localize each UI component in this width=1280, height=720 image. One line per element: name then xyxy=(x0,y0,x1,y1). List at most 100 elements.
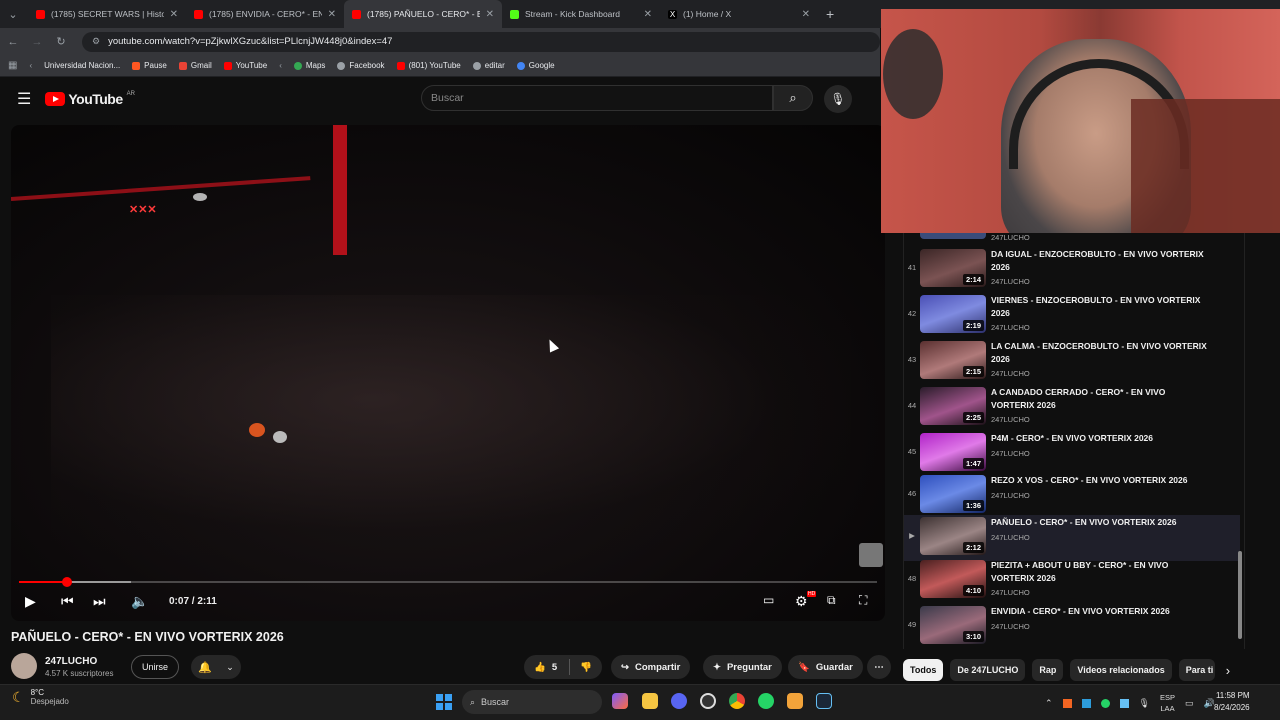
apps-grid-icon[interactable]: ▦ xyxy=(8,60,17,71)
bookmark-item[interactable]: Maps xyxy=(293,61,325,70)
progress-bar[interactable] xyxy=(19,577,877,587)
playlist-item-partial[interactable]: 247LUCHO xyxy=(904,233,1240,242)
playlist-item[interactable]: 44 2:25 A CANDADO CERRADO - CERO* - EN VIV… xyxy=(904,385,1240,431)
steam-icon[interactable] xyxy=(816,693,832,709)
playlist-scrollbar[interactable] xyxy=(1238,551,1242,639)
back-arrow-icon[interactable]: ← xyxy=(6,36,20,48)
system-tray: ⌃ 🎙 ESP LAA ▭ 🔊 xyxy=(1045,689,1215,717)
browser-tab[interactable]: (1785) SECRET WARS | Historia ✕ xyxy=(28,0,186,28)
discord-icon[interactable] xyxy=(671,693,687,709)
chip-all[interactable]: Todos xyxy=(903,659,944,681)
site-info-icon[interactable]: ⚙ xyxy=(92,36,100,47)
menu-icon[interactable]: ☰ xyxy=(17,89,31,109)
bookmark-item[interactable]: Gmail xyxy=(178,61,212,70)
microphone-icon[interactable]: 🎙 xyxy=(1139,698,1150,709)
bookmark-folder-chevron-icon[interactable]: ‹ xyxy=(29,61,32,70)
youtube-logo[interactable]: YouTube AR xyxy=(45,91,135,107)
voice-search-button[interactable]: 🎙 xyxy=(824,85,852,113)
tray-app-icon[interactable] xyxy=(1081,698,1091,708)
youtube-favicon-icon xyxy=(36,9,45,19)
copilot-icon[interactable] xyxy=(612,693,628,709)
url-field[interactable]: ⚙ youtube.com/watch?v=pZjkwlXGzuc&list=P… xyxy=(82,31,880,52)
browser-tab[interactable]: (1785) ENVIDIA - CERO* - EN V ✕ xyxy=(186,0,344,28)
chip-for-you[interactable]: Para ti xyxy=(1178,659,1215,681)
search-button[interactable]: ⌕ xyxy=(773,85,813,111)
channel-watermark[interactable] xyxy=(859,543,883,567)
taskbar-search-input[interactable]: ⌕ Buscar xyxy=(462,690,602,714)
tab-list-chevron-icon[interactable]: ⌄ xyxy=(6,8,20,21)
subtitles-icon[interactable]: ▭ xyxy=(763,593,774,607)
tray-app-icon[interactable] xyxy=(1100,698,1110,708)
playlist-item[interactable]: 45 1:47 P4M - CERO* - EN VIVO VORTERIX 202… xyxy=(904,431,1240,477)
playlist-item[interactable]: 48 4:10 PIEZITA + ABOUT U BBY - CERO* - EN… xyxy=(904,558,1240,604)
playlist-item[interactable]: 49 3:10 ENVIDIA - CERO* - EN VIVO VORTERIX… xyxy=(904,604,1240,649)
file-explorer-icon[interactable] xyxy=(642,693,658,709)
obs-icon[interactable] xyxy=(700,693,716,709)
notifications-button[interactable]: 🔔 ⌄ xyxy=(191,655,241,679)
playlist-item[interactable]: 46 1:36 REZO X VOS - CERO* - EN VIVO VORTE… xyxy=(904,473,1240,519)
thumbs-down-icon[interactable]: 👎 xyxy=(580,662,592,673)
miniplayer-icon[interactable]: ⧉ xyxy=(827,593,836,608)
playlist-item-current[interactable]: ▶ 2:12 PAÑUELO - CERO* - EN VIVO VORTERIX … xyxy=(904,515,1240,561)
weather-widget[interactable]: ☾ 8°C Despejado xyxy=(12,688,69,706)
playlist-item[interactable]: 42 2:19 VIERNES - ENZOCEROBULTO - EN VIVO … xyxy=(904,293,1240,339)
browser-tab[interactable]: Stream - Kick Dashboard ✕ xyxy=(502,0,660,28)
previous-icon[interactable]: ⏮ xyxy=(61,593,74,610)
bookmark-item[interactable]: Facebook xyxy=(337,61,385,70)
video-title: PAÑUELO - CERO* - EN VIVO VORTERIX 2026 xyxy=(11,630,284,644)
ask-button[interactable]: ✦ Preguntar xyxy=(703,655,782,679)
scrubber-handle[interactable] xyxy=(62,577,73,587)
chip-related-videos[interactable]: Videos relacionados xyxy=(1070,659,1172,681)
new-tab-button[interactable]: + xyxy=(826,6,834,22)
close-tab-icon[interactable]: ✕ xyxy=(328,9,336,20)
forward-arrow-icon[interactable]: → xyxy=(30,36,44,48)
youtube-header: ☰ YouTube AR Buscar ⌕ 🎙 xyxy=(0,78,880,120)
tray-app-icon[interactable] xyxy=(1119,698,1129,708)
app-icon[interactable] xyxy=(787,693,803,709)
chip-from-channel[interactable]: De 247LUCHO xyxy=(950,659,1026,681)
close-tab-icon[interactable]: ✕ xyxy=(170,9,178,20)
chip-rap[interactable]: Rap xyxy=(1032,659,1064,681)
channel-name[interactable]: 247LUCHO xyxy=(45,656,97,667)
whatsapp-icon[interactable] xyxy=(758,693,774,709)
next-icon[interactable]: ⏭ xyxy=(93,593,106,610)
chevron-right-icon[interactable]: › xyxy=(1226,663,1230,678)
bookmark-item[interactable]: Pause xyxy=(132,61,167,70)
playlist-thumbnail: 3:10 xyxy=(920,606,986,644)
search-input[interactable]: Buscar xyxy=(421,85,773,111)
close-tab-icon[interactable]: ✕ xyxy=(644,9,652,20)
bookmark-item[interactable]: Google xyxy=(516,61,555,70)
reload-icon[interactable]: ↻ xyxy=(54,35,68,48)
settings-gear-icon[interactable]: ⚙ xyxy=(795,593,808,610)
bookmark-item[interactable]: YouTube xyxy=(223,61,267,70)
bookmark-overflow-chevron-icon[interactable]: ‹ xyxy=(279,61,282,70)
like-button[interactable]: 👍 5 👎 xyxy=(524,655,602,679)
fullscreen-icon[interactable]: ⛶ xyxy=(859,593,867,608)
save-button[interactable]: 🔖 Guardar xyxy=(788,655,863,679)
join-button[interactable]: Unirse xyxy=(131,655,179,679)
chrome-icon[interactable] xyxy=(729,693,745,709)
playlist-item[interactable]: 43 2:15 LA CALMA - ENZOCEROBULTO - EN VIVO… xyxy=(904,339,1240,385)
browser-tab[interactable]: X (1) Home / X ✕ xyxy=(660,0,818,28)
video-player[interactable]: ✕✕✕ ▶ ⏮ ⏭ 🔈 0:07 / 2:11 ▭ ⚙ HD ⧉ ⛶ xyxy=(11,125,885,621)
volume-icon[interactable]: 🔈 xyxy=(131,593,148,610)
share-button[interactable]: ↪ Compartir xyxy=(611,655,691,679)
crowd-highlight xyxy=(249,423,265,437)
playlist-index: 48 xyxy=(907,574,917,583)
chevron-up-icon[interactable]: ⌃ xyxy=(1045,698,1053,709)
more-actions-button[interactable]: ⋯ xyxy=(867,655,891,679)
language-indicator[interactable]: ESP LAA xyxy=(1160,692,1175,714)
playlist-item[interactable]: 41 2:14 DA IGUAL - ENZOCEROBULTO - EN VIVO… xyxy=(904,247,1240,293)
bookmark-item[interactable]: (801) YouTube xyxy=(396,61,461,70)
tray-app-icon[interactable] xyxy=(1062,698,1072,708)
bookmark-item[interactable]: Universidad Nacion... xyxy=(44,61,120,70)
close-tab-icon[interactable]: ✕ xyxy=(486,9,494,20)
close-tab-icon[interactable]: ✕ xyxy=(802,9,810,20)
avatar[interactable] xyxy=(11,653,37,679)
network-icon[interactable]: ▭ xyxy=(1185,698,1194,709)
play-icon[interactable]: ▶ xyxy=(25,593,36,610)
clock[interactable]: 11:58 PM 8/24/2026 xyxy=(1214,690,1250,714)
browser-tab-active[interactable]: (1785) PAÑUELO - CERO* - EN ✕ xyxy=(344,0,502,28)
windows-start-icon[interactable] xyxy=(436,694,452,710)
bookmark-item[interactable]: editar xyxy=(472,61,505,70)
